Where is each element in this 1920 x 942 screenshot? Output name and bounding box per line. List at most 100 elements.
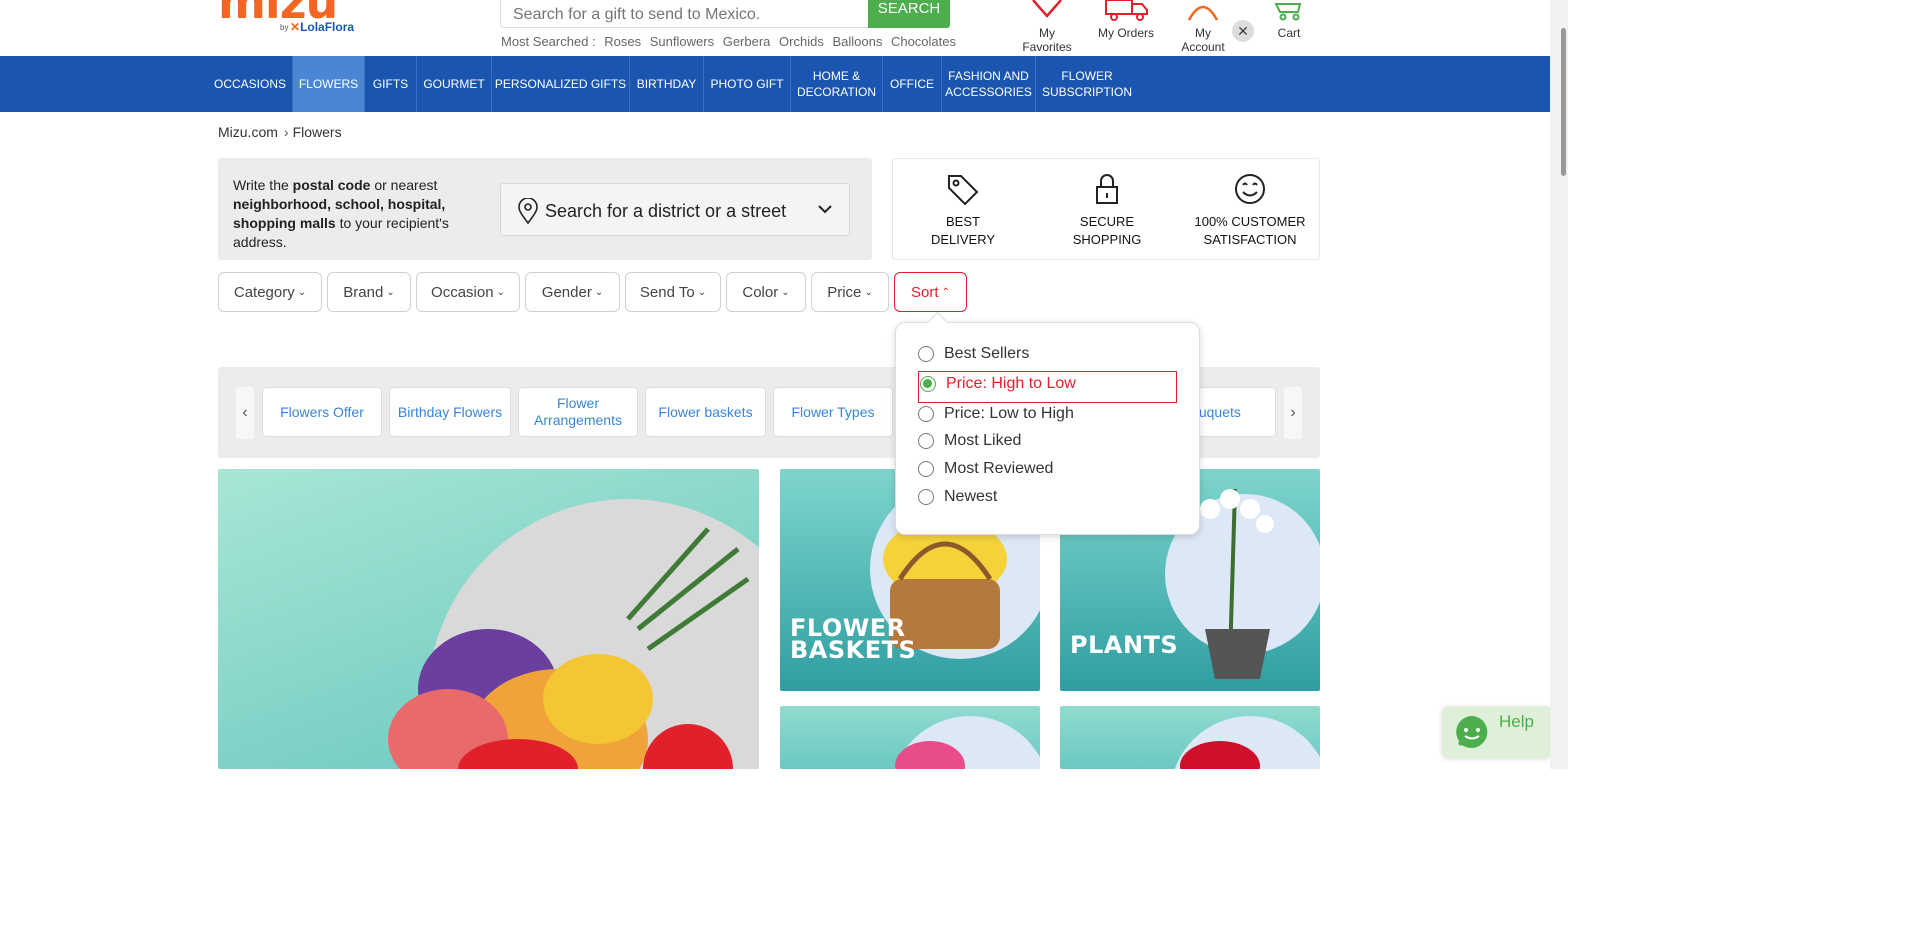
category-chip[interactable]: Flower baskets xyxy=(645,387,766,437)
trust-panel: BEST DELIVERY SECURE SHOPPING 100% CUSTOME… xyxy=(892,158,1320,260)
lock-icon xyxy=(1096,174,1118,204)
radio-button[interactable] xyxy=(918,489,934,505)
smiley-icon xyxy=(1235,174,1265,204)
nav-gifts[interactable]: GIFTS xyxy=(365,56,417,112)
sort-option-best-sellers[interactable]: Best Sellers xyxy=(918,343,1029,365)
banner-title: FLOWER BASKETS xyxy=(790,614,917,664)
sort-option-price-low-high[interactable]: Price: Low to High xyxy=(918,403,1074,425)
logo-text: mizu xyxy=(218,0,338,29)
bouquet-banner[interactable] xyxy=(780,706,1040,769)
filter-occasion[interactable]: Occasion ⌄ xyxy=(416,272,520,312)
nav-flower-subscription[interactable]: FLOWER SUBSCRIPTION xyxy=(1036,56,1138,112)
favorites-link[interactable]: My Favorites xyxy=(1014,0,1080,54)
filter-price[interactable]: Price ⌄ xyxy=(811,272,889,312)
search-box: SEARCH xyxy=(500,0,950,29)
nav-photo-gift[interactable]: PHOTO GIFT xyxy=(704,56,791,112)
close-icon[interactable]: ✕ xyxy=(1232,20,1254,42)
page-scrollbar[interactable] xyxy=(1550,0,1568,769)
bouquet-image xyxy=(388,499,759,769)
sort-option-price-high-low[interactable]: Price: High to Low xyxy=(920,373,1076,395)
category-chip[interactable]: Flowers Offer xyxy=(262,387,382,437)
chevron-right-icon: › xyxy=(1290,404,1296,421)
most-searched-link[interactable]: Roses xyxy=(604,34,641,49)
filter-send-to[interactable]: Send To ⌄ xyxy=(625,272,721,312)
cart-icon xyxy=(1274,3,1302,21)
category-chip[interactable]: Flower Types xyxy=(773,387,893,437)
roses-banner[interactable] xyxy=(1060,706,1320,769)
sort-dropdown: Best Sellers Price: High to Low Price: L… xyxy=(895,322,1200,535)
filter-gender[interactable]: Gender ⌄ xyxy=(525,272,620,312)
radio-button-checked[interactable] xyxy=(920,376,936,392)
most-searched-link[interactable]: Chocolates xyxy=(891,34,956,49)
filter-sort[interactable]: Sort ⌃ xyxy=(894,272,967,312)
chevron-down-icon: ⌄ xyxy=(697,286,707,298)
logo-by: by xyxy=(280,23,289,32)
carousel-next-button[interactable]: › xyxy=(1284,387,1302,439)
chevron-down-icon: ⌄ xyxy=(386,286,395,298)
flowers-hero-banner[interactable] xyxy=(218,469,759,769)
nav-personalized-gifts[interactable]: PERSONALIZED GIFTS xyxy=(492,56,630,112)
search-input[interactable] xyxy=(513,1,863,29)
radio-button[interactable] xyxy=(918,461,934,477)
orders-link[interactable]: My Orders xyxy=(1098,0,1154,40)
nav-fashion-accessories[interactable]: FASHION AND ACCESSORIES xyxy=(942,56,1036,112)
tag-icon xyxy=(948,175,979,205)
most-searched-link[interactable]: Orchids xyxy=(779,34,824,49)
trust-best-delivery: BEST DELIVERY xyxy=(923,173,1003,249)
district-search-dropdown[interactable]: Search for a district or a street xyxy=(500,183,850,236)
cart-label: Cart xyxy=(1277,26,1301,40)
breadcrumb-home[interactable]: Mizu.com xyxy=(218,124,278,140)
nav-flowers[interactable]: FLOWERS xyxy=(293,56,365,112)
nav-home-decoration[interactable]: HOME & DECORATION xyxy=(791,56,883,112)
filter-brand[interactable]: Brand ⌄ xyxy=(327,272,411,312)
mizu-logo[interactable]: mizu by ✕LolaFlora xyxy=(218,0,368,36)
carousel-prev-button[interactable]: ‹ xyxy=(236,387,254,439)
account-label: My Account xyxy=(1181,26,1225,54)
location-pin-icon xyxy=(518,198,538,224)
filter-color[interactable]: Color ⌄ xyxy=(726,272,806,312)
radio-button[interactable] xyxy=(918,346,934,362)
nav-gourmet[interactable]: GOURMET xyxy=(417,56,492,112)
chevron-up-icon: ⌃ xyxy=(941,286,950,298)
user-icon xyxy=(1187,5,1219,21)
roses-image xyxy=(1174,716,1320,769)
category-chip[interactable]: Birthday Flowers xyxy=(389,387,511,437)
category-chip[interactable]: Flower Arrangements xyxy=(518,387,638,437)
filter-category[interactable]: Category ⌄ xyxy=(218,272,322,312)
chevron-down-icon: ⌄ xyxy=(864,286,873,298)
chevron-down-icon: ⌄ xyxy=(594,286,604,298)
sort-option-most-reviewed[interactable]: Most Reviewed xyxy=(918,458,1053,480)
lolaflora-brand: ✕LolaFlora xyxy=(290,20,355,34)
address-instructions: Write the postal code or nearest neighbo… xyxy=(233,177,449,250)
favorites-label: My Favorites xyxy=(1022,26,1072,54)
orders-label: My Orders xyxy=(1098,26,1155,40)
site-header: mizu by ✕LolaFlora SEARCH Most Searched … xyxy=(0,0,1568,56)
radio-button[interactable] xyxy=(918,433,934,449)
trust-secure-shopping: SECURE SHOPPING xyxy=(1063,173,1151,249)
chevron-left-icon: ‹ xyxy=(242,404,248,421)
bouquet-image xyxy=(894,716,1040,769)
breadcrumb: Mizu.com › Flowers xyxy=(218,124,342,140)
sort-option-newest[interactable]: Newest xyxy=(918,486,997,508)
account-link[interactable]: My Account xyxy=(1172,0,1234,54)
heart-icon xyxy=(1032,0,1062,18)
nav-office[interactable]: OFFICE xyxy=(883,56,942,112)
most-searched-link[interactable]: Balloons xyxy=(832,34,882,49)
nav-occasions[interactable]: OCCASIONS xyxy=(208,56,293,112)
most-searched-link[interactable]: Gerbera xyxy=(723,34,771,49)
chevron-right-icon: › xyxy=(283,124,289,140)
help-label: Help xyxy=(1499,712,1534,731)
chat-icon xyxy=(1456,716,1488,748)
scrollbar-thumb[interactable] xyxy=(1561,28,1566,176)
cart-link[interactable]: Cart xyxy=(1272,0,1306,40)
help-widget[interactable]: Help xyxy=(1442,706,1551,758)
most-searched-link[interactable]: Sunflowers xyxy=(650,34,714,49)
banner-title: PLANTS xyxy=(1070,631,1179,659)
nav-birthday[interactable]: BIRTHDAY xyxy=(630,56,704,112)
search-button[interactable]: SEARCH xyxy=(868,0,950,28)
chevron-down-icon xyxy=(818,205,832,214)
truck-icon xyxy=(1105,0,1148,21)
sort-option-most-liked[interactable]: Most Liked xyxy=(918,430,1021,452)
most-searched: Most Searched : Roses Sunflowers Gerbera… xyxy=(501,34,961,49)
radio-button[interactable] xyxy=(918,406,934,422)
